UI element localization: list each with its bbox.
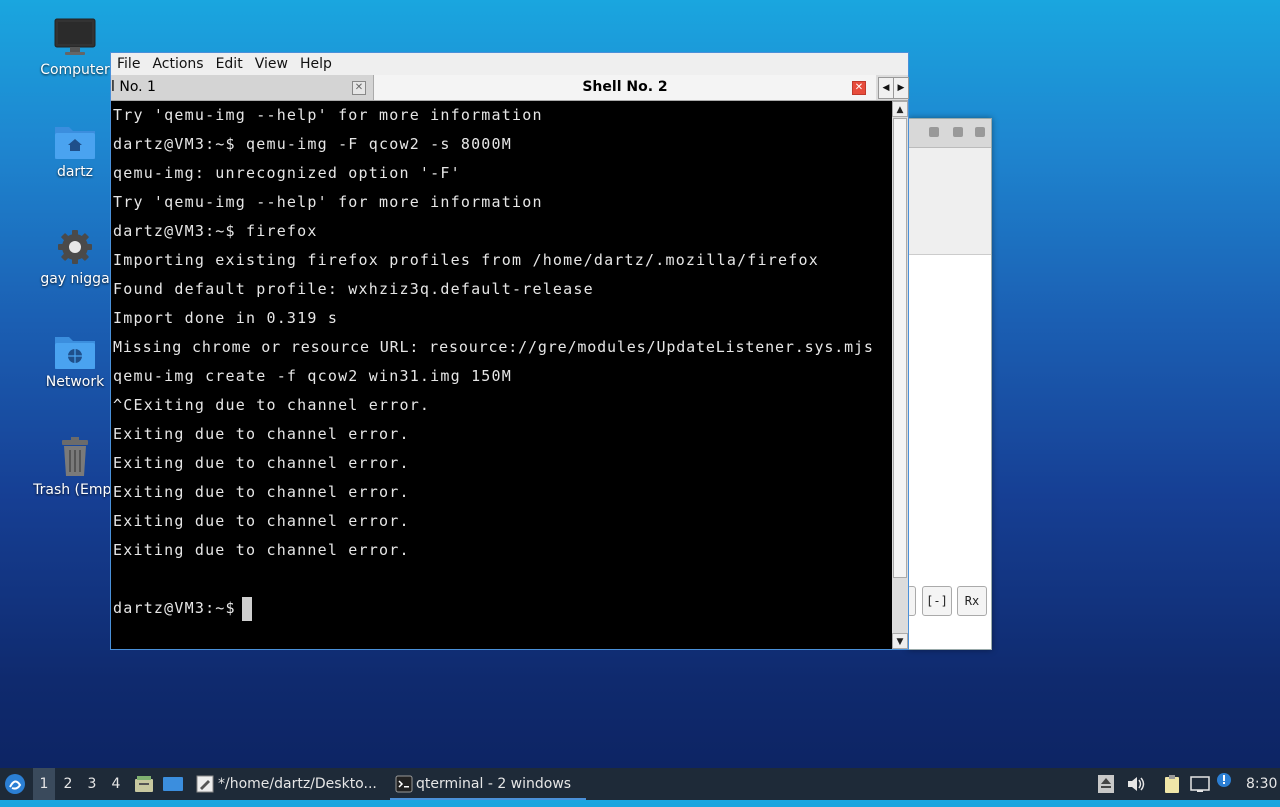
clock[interactable]: 8:30 [1246,768,1277,800]
background-window-panel [909,148,991,255]
trash-icon [62,437,88,476]
desktop-icon-label: Computer [40,62,110,78]
task-qterminal[interactable]: qterminal - 2 windows [390,768,586,800]
desktop-icon [163,777,183,791]
menu-bar: File Actions Edit View Help [111,53,908,75]
scroll-up-icon[interactable]: ▲ [892,101,908,117]
terminal-line: Try 'qemu-img --help' for more informati… [113,106,543,124]
desktop-icon-label: Trash (Empt [33,482,117,498]
rx-button[interactable]: Rx [957,586,987,616]
monitor-icon [54,18,96,55]
terminal-line: Importing existing firefox profiles from… [113,251,819,269]
menu-actions[interactable]: Actions [146,53,209,73]
terminal-line: Exiting due to channel error. [113,541,410,559]
file-manager-launcher[interactable] [134,768,154,800]
tab-label: l No. 1 [111,79,156,95]
volume-icon [1128,777,1145,791]
tray-notification[interactable] [1216,768,1236,800]
terminal-line: Found default profile: wxhziz3q.default-… [113,280,594,298]
menu-view[interactable]: View [249,53,294,73]
terminal-line: qemu-img create -f qcow2 win31.img 150M [113,367,512,385]
text-cursor [242,597,252,621]
clipboard-icon [1165,775,1179,793]
tab-scroll-left-icon[interactable]: ◀ [878,77,894,99]
terminal-line: Exiting due to channel error. [113,483,410,501]
maximize-icon[interactable] [953,127,963,137]
desktop-icon-label: Network [45,374,105,390]
workspace-1[interactable]: 1 [33,768,55,800]
background-window[interactable]: [-] Rx [907,118,992,650]
menu-file[interactable]: File [111,53,146,73]
scroll-thumb[interactable] [893,118,907,578]
close-tab-icon[interactable]: ✕ [352,81,366,95]
terminal-icon [395,775,413,793]
tray-volume[interactable] [1126,768,1146,800]
workspace-4[interactable]: 4 [105,768,127,800]
lxqt-logo-icon [5,774,25,794]
gear-icon [58,230,92,264]
close-icon[interactable] [975,127,985,137]
terminal-line: Missing chrome or resource URL: resource… [113,338,874,356]
terminal-prompt: dartz@VM3:~$ [113,599,246,617]
terminal-line: Try 'qemu-img --help' for more informati… [113,193,543,211]
file-manager-icon [135,776,153,792]
home-folder-icon [55,127,95,159]
terminal-line: Import done in 0.319 s [113,309,339,327]
eject-icon [1098,775,1114,793]
task-text-editor[interactable]: */home/dartz/Deskto... [192,768,414,800]
tray-clipboard[interactable] [1162,768,1184,800]
scroll-down-icon[interactable]: ▼ [892,633,908,649]
close-tab-icon[interactable]: ✕ [852,81,866,95]
tab-shell-2[interactable]: Shell No. 2 ✕ [374,75,876,100]
network-icon [1190,776,1210,792]
menu-edit[interactable]: Edit [210,53,249,73]
bracket-button[interactable]: [-] [922,586,952,616]
tab-shell-1[interactable]: l No. 1 ✕ [111,75,374,100]
notification-icon [1217,773,1231,787]
task-label: qterminal - 2 windows [416,776,572,792]
terminal-line: Exiting due to channel error. [113,454,410,472]
desktop-icon-label: gay nigga [40,271,110,287]
terminal-line: ^CExiting due to channel error. [113,396,431,414]
tray-eject[interactable] [1098,768,1116,800]
tab-bar: l No. 1 ✕ Shell No. 2 ✕ ◀ ▶ [111,75,909,101]
text-editor-icon [196,775,214,793]
show-desktop-button[interactable] [162,768,184,800]
desktop-icon-label: dartz [56,164,94,180]
terminal-line: Exiting due to channel error. [113,425,410,443]
terminal-line: Exiting due to channel error. [113,512,410,530]
terminal-window[interactable]: File Actions Edit View Help l No. 1 ✕ Shell … [110,52,909,650]
vertical-scrollbar[interactable]: ▲ ▼ [892,101,908,649]
workspace-2[interactable]: 2 [57,768,79,800]
background-window-titlebar[interactable] [909,119,991,148]
menu-help[interactable]: Help [294,53,338,73]
taskbar: 1 2 3 4 */home/dartz/Deskto... qterminal… [0,768,1280,800]
terminal-line: dartz@VM3:~$ firefox [113,222,318,240]
minimize-icon[interactable] [929,127,939,137]
terminal-output[interactable]: Try 'qemu-img --help' for more informati… [111,101,891,649]
tab-label: Shell No. 2 [582,79,668,95]
workspace-3[interactable]: 3 [81,768,103,800]
tab-scroll-right-icon[interactable]: ▶ [893,77,909,99]
start-menu-button[interactable] [4,768,30,800]
network-folder-icon [55,337,95,369]
task-label: */home/dartz/Deskto... [218,776,377,792]
terminal-line: qemu-img: unrecognized option '-F' [113,164,461,182]
terminal-line: dartz@VM3:~$ qemu-img -F qcow2 -s 8000M [113,135,512,153]
tray-network[interactable] [1190,768,1212,800]
